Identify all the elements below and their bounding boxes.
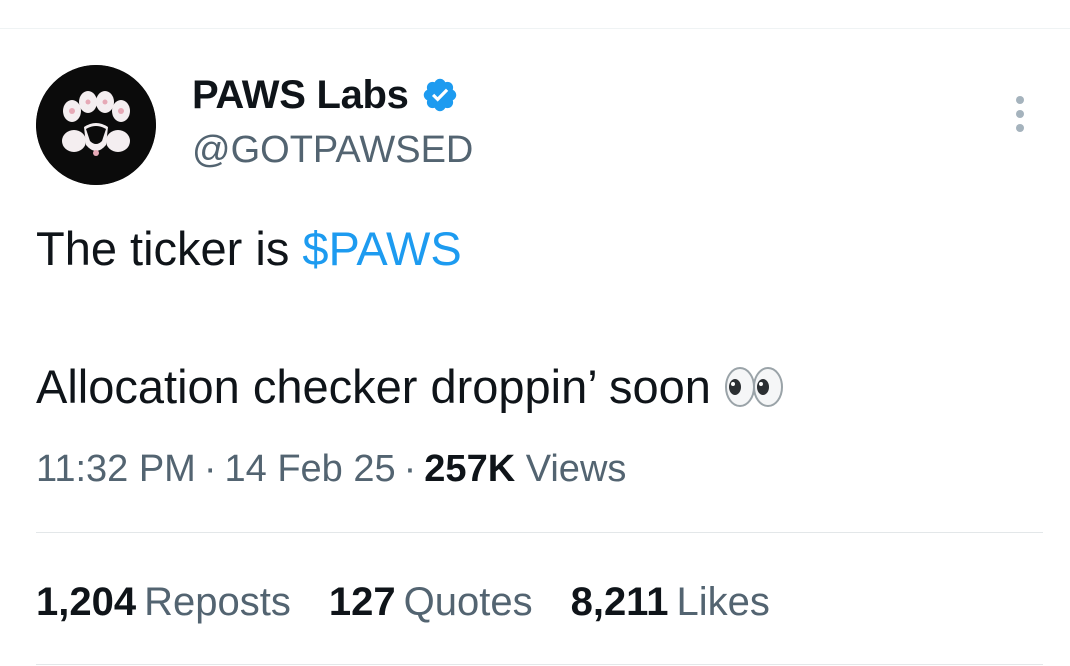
reposts-count: 1,204 (36, 580, 137, 624)
tweet-text-line-1: The ticker is $PAWS (36, 222, 462, 276)
quotes-count: 127 (328, 580, 396, 624)
verified-badge-icon[interactable] (421, 76, 459, 114)
author-display-name[interactable]: PAWS Labs (192, 72, 409, 118)
likes-count: 8,211 (570, 580, 669, 624)
more-dot-icon (1016, 110, 1024, 118)
more-dot-icon (1016, 96, 1024, 104)
stats-top-divider (36, 532, 1043, 533)
likes-label: Likes (676, 580, 770, 624)
reposts-stat[interactable]: 1,204 Reposts (36, 578, 291, 626)
more-dot-icon (1016, 124, 1024, 132)
tweet-text-line-2: Allocation checker droppin’ soon (36, 360, 785, 414)
tweet-text-prefix: The ticker is (36, 222, 303, 275)
quotes-stat[interactable]: 127 Quotes (329, 578, 533, 626)
tweet-time[interactable]: 11:32 PM (36, 448, 196, 490)
avatar[interactable] (36, 65, 156, 185)
top-divider (0, 28, 1070, 29)
tweet-date[interactable]: 14 Feb 25 (225, 448, 396, 490)
stats-bottom-divider (36, 664, 1043, 665)
tweet-meta: 11:32 PM · 14 Feb 25 · 257K Views (36, 446, 626, 492)
tweet-text-body: Allocation checker droppin’ soon (36, 360, 711, 413)
engagement-stats: 1,204 Reposts 127 Quotes 8,211 Likes (36, 578, 808, 626)
author-handle[interactable]: @GOTPAWSED (192, 128, 473, 172)
cashtag-link[interactable]: $PAWS (302, 222, 461, 275)
views-label[interactable]: Views (526, 448, 627, 490)
paw-logo-icon (36, 65, 156, 185)
meta-separator: · (203, 448, 217, 490)
eyes-emoji-icon (723, 365, 785, 409)
quotes-label: Quotes (403, 580, 533, 624)
likes-stat[interactable]: 8,211 Likes (571, 578, 770, 626)
more-options-button[interactable] (1006, 92, 1034, 136)
meta-separator: · (403, 448, 417, 490)
views-count[interactable]: 257K (424, 448, 515, 490)
author-name-row[interactable]: PAWS Labs (192, 72, 459, 118)
reposts-label: Reposts (144, 580, 291, 624)
